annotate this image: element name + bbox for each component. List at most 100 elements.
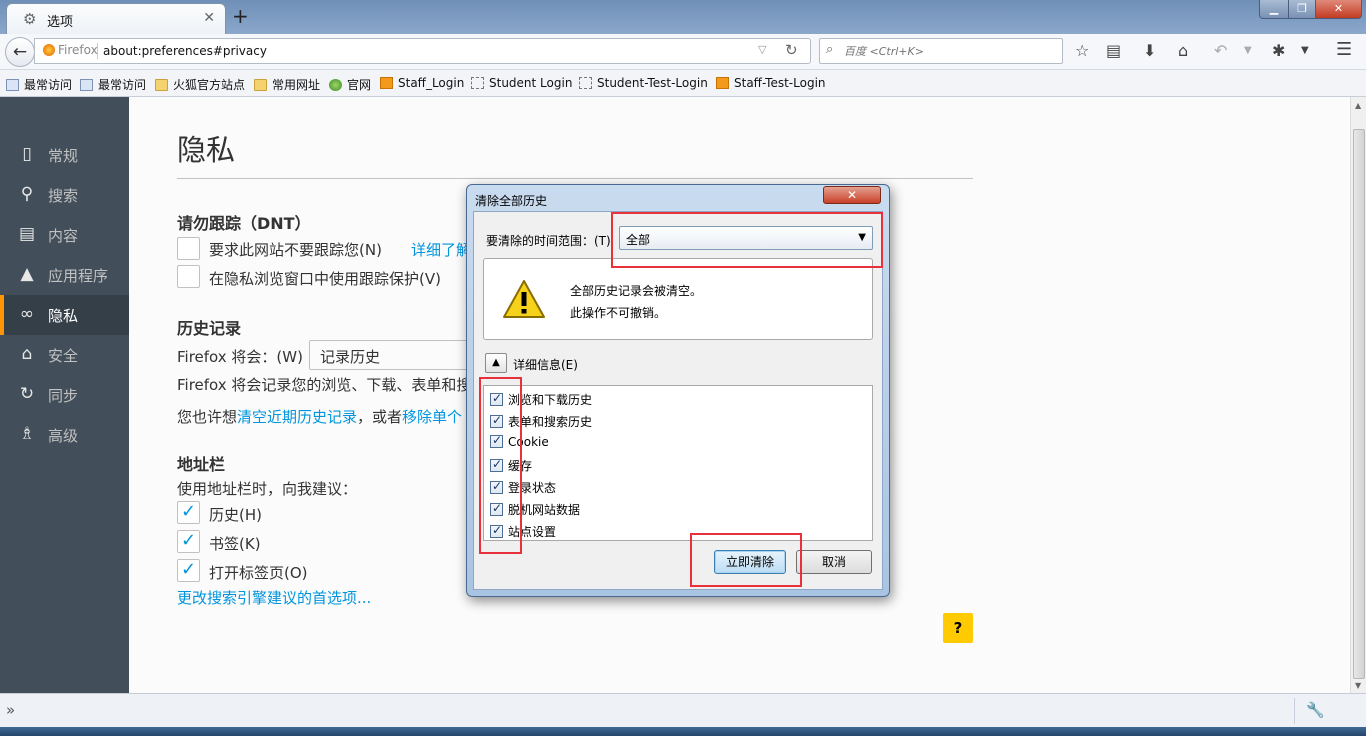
- undo-icon[interactable]: ↶: [1214, 41, 1227, 60]
- identity-badge[interactable]: Firefox: [43, 43, 98, 57]
- warning-box: 全部历史记录会被清空。 此操作不可撤销。: [483, 258, 873, 340]
- locationbar-description: 使用地址栏时，向我建议：: [177, 480, 358, 498]
- new-tab-button[interactable]: +: [232, 4, 249, 28]
- general-icon: ▯: [22, 144, 32, 164]
- dnt-heading: 请勿跟踪（DNT）: [177, 214, 311, 233]
- sidebar-item-sync[interactable]: ↻ 同步: [0, 375, 129, 415]
- sidebar-item-search[interactable]: ⚲ 搜索: [0, 175, 129, 215]
- list-item[interactable]: 登录状态: [490, 479, 556, 496]
- back-button[interactable]: ←: [5, 37, 35, 67]
- bookmark-folder[interactable]: 常用网址: [254, 76, 320, 93]
- help-button[interactable]: ?: [943, 613, 973, 643]
- bookmark-item[interactable]: Student-Test-Login: [579, 76, 708, 90]
- history-heading: 历史记录: [177, 319, 242, 338]
- bookmark-item[interactable]: Staff-Test-Login: [716, 76, 826, 90]
- bookmark-item[interactable]: 最常访问: [80, 76, 146, 93]
- time-range-select[interactable]: 全部 ▼: [619, 226, 873, 250]
- list-item[interactable]: 站点设置: [490, 523, 556, 540]
- warning-line-2: 此操作不可撤销。: [570, 306, 667, 320]
- locationbar-heading: 地址栏: [177, 455, 226, 474]
- privacy-mask-icon: ∞: [19, 304, 35, 324]
- bookmark-item[interactable]: 最常访问: [6, 76, 72, 93]
- bookmark-item[interactable]: 官网: [329, 76, 371, 93]
- list-item[interactable]: 脱机网站数据: [490, 501, 580, 518]
- remove-cookies-link[interactable]: 移除单个: [402, 408, 462, 426]
- scroll-down-icon[interactable]: ▼: [1355, 681, 1361, 690]
- dnt-learn-more-link[interactable]: 详细了解: [411, 239, 471, 260]
- time-range-label: 要清除的时间范围：(T): [486, 234, 611, 248]
- url-input[interactable]: [103, 42, 743, 60]
- clear-now-button[interactable]: 立即清除: [714, 550, 786, 574]
- cache-checkbox[interactable]: [490, 457, 503, 472]
- bookmark-item[interactable]: Staff_Login: [380, 76, 464, 90]
- bookmark-folder[interactable]: 火狐官方站点: [155, 76, 245, 93]
- sidebar-item-security[interactable]: ⌂ 安全: [0, 335, 129, 375]
- dnt-label: 要求此网站不要跟踪您(N): [209, 241, 382, 259]
- dialog-title: 清除全部历史: [475, 194, 548, 208]
- cancel-button[interactable]: 取消: [796, 550, 872, 574]
- dnt-checkbox[interactable]: [177, 237, 200, 260]
- addon-dropdown-icon[interactable]: ▼: [1301, 45, 1309, 56]
- dialog-close-button[interactable]: ✕: [823, 186, 881, 204]
- home-icon[interactable]: ⌂: [1178, 41, 1188, 60]
- bookmark-item[interactable]: Student Login: [471, 76, 572, 90]
- sidebar-item-advanced[interactable]: ♗ 高级: [0, 415, 129, 455]
- suggest-bookmarks-checkbox[interactable]: [177, 530, 200, 553]
- sidebar-item-applications[interactable]: ▲ 应用程序: [0, 255, 129, 295]
- sidebar-item-content[interactable]: ▤ 内容: [0, 215, 129, 255]
- reload-icon[interactable]: ↻: [785, 41, 798, 59]
- bookmark-star-icon[interactable]: ☆: [1075, 41, 1089, 60]
- sidebar-item-privacy[interactable]: ∞ 隐私: [0, 295, 129, 335]
- offline-data-checkbox[interactable]: [490, 501, 503, 516]
- details-toggle-button[interactable]: ▲: [485, 353, 507, 373]
- applications-icon: ▲: [20, 264, 34, 284]
- clear-recent-history-link[interactable]: 清空近期历史记录: [237, 408, 357, 426]
- tab-options[interactable]: ⚙ 选项 ✕: [6, 3, 226, 34]
- search-bar[interactable]: ⌕: [819, 38, 1063, 64]
- site-settings-checkbox[interactable]: [490, 523, 503, 538]
- sessions-checkbox[interactable]: [490, 479, 503, 494]
- page-icon: [6, 79, 19, 91]
- firefox-logo-icon: [43, 44, 55, 56]
- history-dropdown-icon[interactable]: ▽: [758, 43, 766, 56]
- gear-icon: ⚙: [23, 10, 37, 28]
- page-title: 隐私: [177, 133, 236, 167]
- list-item[interactable]: Cookie: [490, 433, 549, 449]
- scroll-up-icon[interactable]: ▲: [1355, 101, 1361, 110]
- history-mode-select[interactable]: 记录历史: [309, 340, 469, 370]
- menu-hamburger-icon[interactable]: ☰: [1336, 39, 1352, 60]
- bookmarks-menu-icon[interactable]: ▤: [1106, 41, 1121, 60]
- minimize-button[interactable]: ▁: [1259, 0, 1289, 19]
- tab-title: 选项: [47, 15, 74, 30]
- search-input[interactable]: [844, 43, 1054, 59]
- clear-items-list: 浏览和下载历史 表单和搜索历史 Cookie 缓存 登录状态 脱机网站数据 站点…: [483, 385, 873, 541]
- window-close-button[interactable]: ✕: [1315, 0, 1362, 19]
- suggest-bookmarks-label: 书签(K): [209, 535, 261, 553]
- tracking-protection-checkbox[interactable]: [177, 265, 200, 288]
- sidebar-item-general[interactable]: ▯ 常规: [0, 135, 129, 175]
- cookies-checkbox[interactable]: [490, 433, 503, 448]
- page-scrollbar[interactable]: ▲ ▼: [1350, 97, 1366, 693]
- search-icon: ⚲: [20, 184, 34, 204]
- url-bar[interactable]: Firefox ▽ ↻: [34, 38, 811, 64]
- search-suggestions-prefs-link[interactable]: 更改搜索引擎建议的首选项...: [177, 587, 371, 608]
- history-checkbox[interactable]: [490, 391, 503, 406]
- scrollbar-thumb[interactable]: [1353, 129, 1365, 679]
- title-divider: [177, 178, 973, 179]
- wrench-icon[interactable]: 🔧: [1306, 701, 1325, 719]
- undo-dropdown-icon[interactable]: ▼: [1244, 45, 1252, 56]
- suggest-open-tabs-checkbox[interactable]: [177, 559, 200, 582]
- list-item[interactable]: 缓存: [490, 457, 532, 474]
- maximize-button[interactable]: ❐: [1288, 0, 1316, 19]
- list-item[interactable]: 浏览和下载历史: [490, 391, 592, 408]
- suggest-history-checkbox[interactable]: [177, 501, 200, 524]
- clear-history-dialog: 清除全部历史 ✕ 要清除的时间范围：(T) 全部 ▼ 全部历史记录会被清空。 此…: [466, 184, 890, 597]
- chevron-right-icon[interactable]: »: [6, 701, 15, 719]
- list-item[interactable]: 表单和搜索历史: [490, 413, 592, 430]
- warning-line-1: 全部历史记录会被清空。: [570, 284, 703, 298]
- tab-close-icon[interactable]: ✕: [203, 10, 215, 26]
- forms-checkbox[interactable]: [490, 413, 503, 428]
- addon-icon[interactable]: ✱: [1272, 41, 1285, 60]
- details-label: 详细信息(E): [513, 358, 578, 372]
- downloads-icon[interactable]: ⬇: [1143, 41, 1156, 60]
